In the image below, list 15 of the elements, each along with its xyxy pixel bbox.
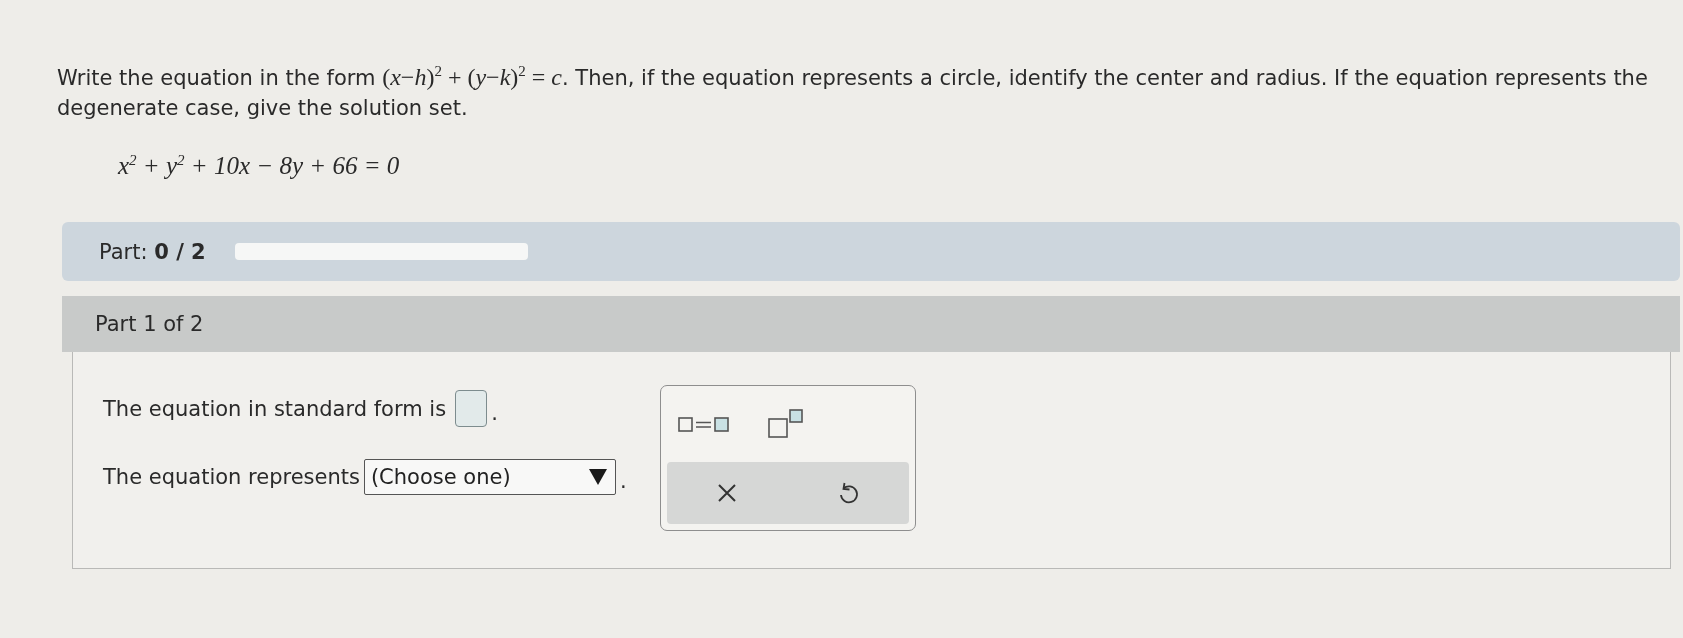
prompt-text: The equation represents	[103, 464, 360, 489]
choice-dropdown[interactable]: (Choose one)	[363, 458, 616, 495]
answer-box[interactable]	[455, 390, 488, 428]
part-heading: Part 1 of 2	[62, 296, 1680, 353]
undo-icon[interactable]	[837, 481, 859, 506]
superscript-template-icon[interactable]	[768, 409, 804, 440]
part-counter: Part: 0 / 2	[99, 239, 206, 264]
instruction-text: Write the equation in the form (x−h)$^{2}$ + (y−k)$^{2}$ = c. Then, if the equation represents a circle, identify the center and radius. If the equation represents the degenerate case, give the solution set.	[57, 62, 1649, 122]
equals-template-icon[interactable]	[678, 415, 730, 433]
equation-text: x$^{2}$ + y$^{2}$ + 10x − 8y + 66 = 0	[118, 151, 400, 182]
caret-icon	[588, 468, 607, 485]
period-text: .	[491, 400, 498, 428]
x-icon[interactable]	[717, 483, 737, 504]
period-text: .	[619, 468, 627, 496]
prompt-text: The equation in standard form is	[103, 396, 447, 421]
